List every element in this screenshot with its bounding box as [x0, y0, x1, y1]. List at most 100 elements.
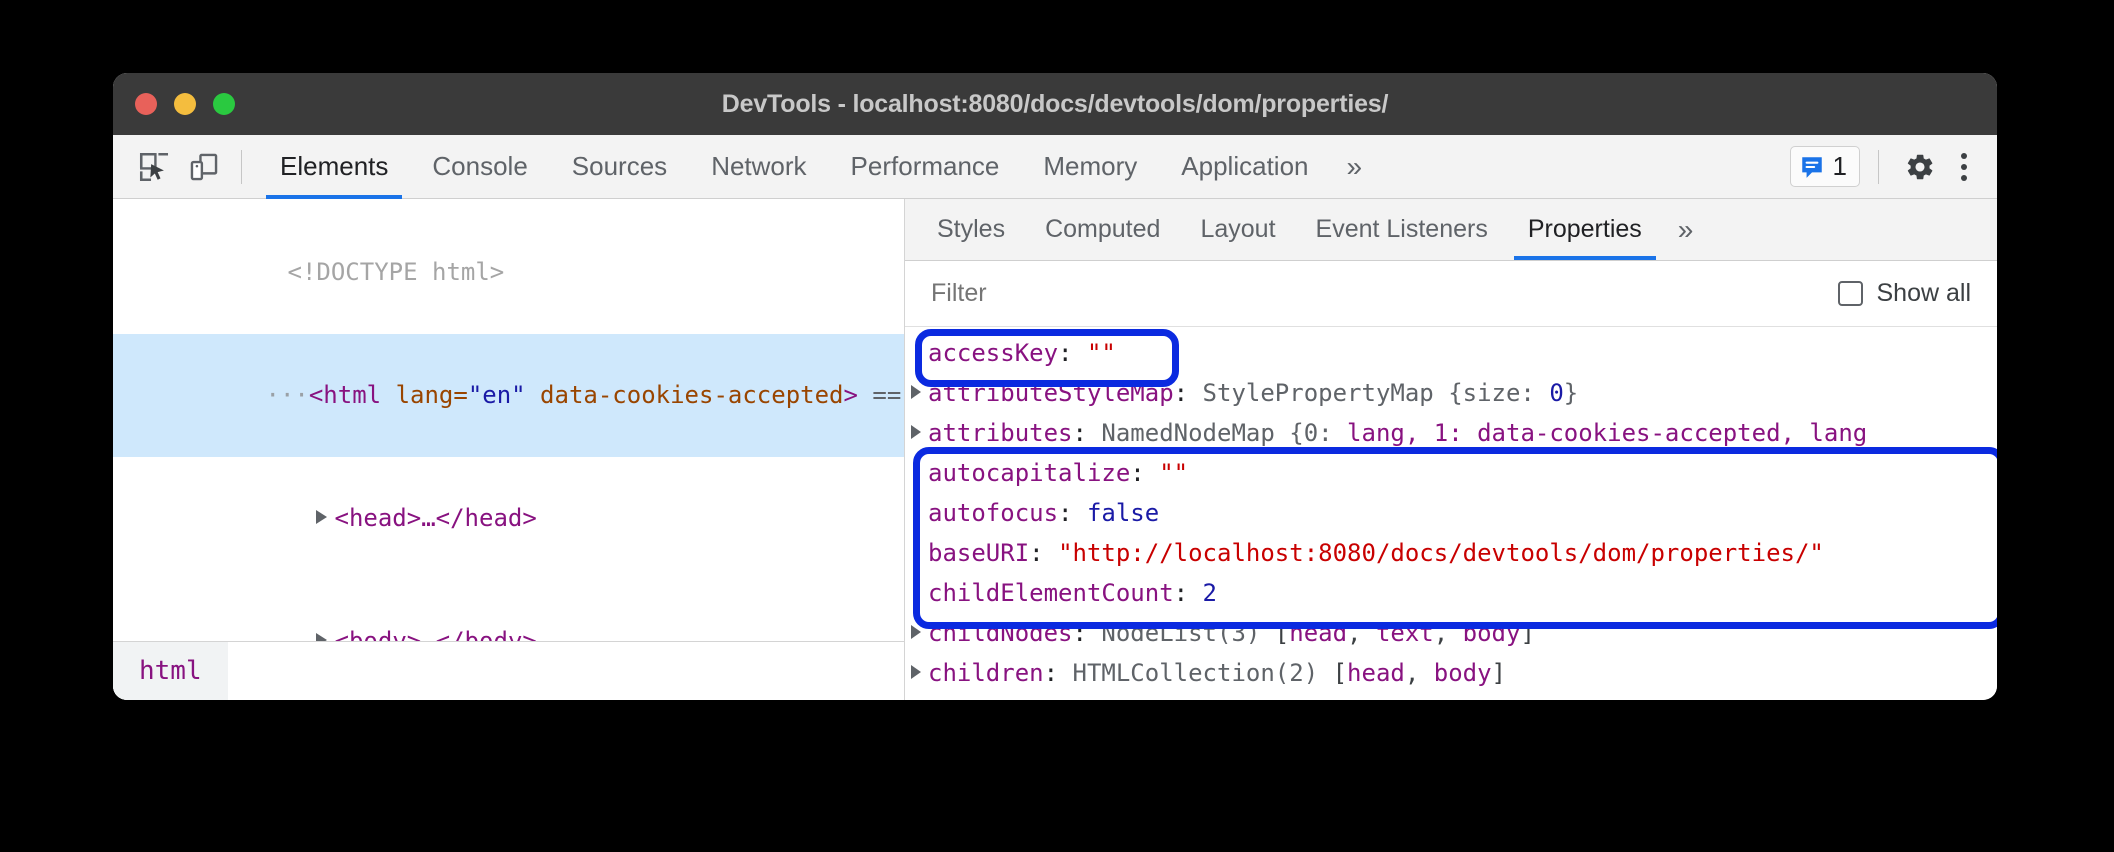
message-icon — [1799, 154, 1825, 180]
tab-elements[interactable]: Elements — [258, 135, 410, 199]
maximize-window-button[interactable] — [213, 93, 235, 115]
dom-ellipsis: ··· — [258, 381, 309, 409]
tab-memory[interactable]: Memory — [1021, 135, 1159, 199]
tab-performance-label: Performance — [851, 151, 1000, 182]
property-preview-number: 0 — [1549, 379, 1563, 407]
tab-sources-label: Sources — [572, 151, 667, 182]
expand-triangle-icon[interactable] — [911, 425, 921, 439]
show-all-label: Show all — [1877, 279, 1972, 308]
tab-console[interactable]: Console — [410, 135, 549, 199]
tab-network[interactable]: Network — [689, 135, 828, 199]
property-name: childElementCount — [928, 579, 1174, 607]
tab-memory-label: Memory — [1043, 151, 1137, 182]
property-row-attributes[interactable]: attributes: NamedNodeMap {0: lang, 1: da… — [905, 413, 1997, 453]
expand-triangle-placeholder-icon — [911, 585, 921, 599]
filter-input[interactable] — [931, 279, 1838, 308]
tab-properties[interactable]: Properties — [1508, 199, 1662, 260]
tab-layout-label: Layout — [1200, 215, 1275, 244]
property-list-sep: , — [1347, 619, 1376, 647]
tab-performance[interactable]: Performance — [829, 135, 1022, 199]
property-row-childNodes[interactable]: childNodes: NodeList(3) [head, text, bod… — [905, 613, 1997, 653]
kebab-menu-icon[interactable] — [1951, 153, 1981, 181]
expand-triangle-icon[interactable] — [316, 510, 327, 524]
expand-triangle-icon[interactable] — [911, 665, 921, 679]
tab-properties-label: Properties — [1528, 215, 1642, 244]
expand-triangle-placeholder-icon — [911, 465, 921, 479]
property-list-item: body — [1463, 619, 1521, 647]
tab-application[interactable]: Application — [1159, 135, 1330, 199]
show-all-control[interactable]: Show all — [1838, 279, 1972, 308]
sidebar-tab-list: Styles Computed Layout Event Listeners P… — [905, 199, 1997, 261]
tab-styles-label: Styles — [937, 215, 1005, 244]
dom-body-text: <body>…</body> — [335, 627, 537, 641]
property-name: attributeStyleMap — [928, 379, 1174, 407]
property-list-item: head — [1289, 619, 1347, 647]
more-tabs-chevron-icon[interactable]: » — [1331, 135, 1379, 199]
property-constructor: HTMLCollection(2) — [1073, 659, 1333, 687]
dom-line-head[interactable]: <head>…</head> — [113, 457, 904, 580]
toolbar-right-group: 1 — [1790, 144, 1997, 190]
devtools-main-toolbar: Elements Console Sources Network Perform… — [113, 135, 1997, 199]
message-count: 1 — [1833, 151, 1847, 182]
property-row-autofocus[interactable]: autofocus: false — [905, 493, 1997, 533]
property-bracket-close: ] — [1492, 659, 1506, 687]
properties-list[interactable]: accessKey: "" attributeStyleMap: StylePr… — [905, 327, 1997, 700]
property-name: children — [928, 659, 1044, 687]
property-row-attributeStyleMap[interactable]: attributeStyleMap: StylePropertyMap {siz… — [905, 373, 1997, 413]
tab-computed[interactable]: Computed — [1025, 199, 1180, 260]
properties-filter-bar: Show all — [905, 261, 1997, 327]
property-row-accessKey[interactable]: accessKey: "" — [905, 333, 1997, 373]
elements-panel: <!DOCTYPE html> ···<html lang="en" data-… — [113, 199, 905, 700]
property-list-item: text — [1376, 619, 1434, 647]
dom-attr-lang-value: "en" — [468, 381, 526, 409]
devtools-window: DevTools - localhost:8080/docs/devtools/… — [113, 73, 1997, 700]
tab-sources[interactable]: Sources — [550, 135, 689, 199]
close-window-button[interactable] — [135, 93, 157, 115]
property-constructor: NodeList(3) — [1101, 619, 1274, 647]
property-name: autofocus — [928, 499, 1058, 527]
show-all-checkbox[interactable] — [1838, 281, 1863, 306]
inspect-element-icon[interactable] — [131, 144, 177, 190]
traffic-light-group — [135, 73, 235, 135]
device-toolbar-icon[interactable] — [181, 144, 227, 190]
property-value: 2 — [1203, 579, 1217, 607]
expand-triangle-icon[interactable] — [911, 385, 921, 399]
dom-eq-sign: == — [872, 381, 901, 409]
dom-tree[interactable]: <!DOCTYPE html> ···<html lang="en" data-… — [113, 199, 904, 641]
property-bracket-open: [ — [1275, 619, 1289, 647]
property-value: false — [1087, 499, 1159, 527]
tab-event-listeners[interactable]: Event Listeners — [1296, 199, 1508, 260]
doctype-text: <!DOCTYPE html> — [288, 258, 505, 286]
minimize-window-button[interactable] — [174, 93, 196, 115]
tab-layout[interactable]: Layout — [1180, 199, 1295, 260]
dom-line-html-selected[interactable]: ···<html lang="en" data-cookies-accepted… — [113, 334, 904, 457]
tab-elements-label: Elements — [280, 151, 388, 182]
console-messages-button[interactable]: 1 — [1790, 146, 1860, 187]
property-row-baseURI[interactable]: baseURI: "http://localhost:8080/docs/dev… — [905, 533, 1997, 573]
property-list-sep: , — [1434, 619, 1463, 647]
property-list-sep: , — [1405, 659, 1434, 687]
breadcrumb: html — [113, 641, 904, 700]
breadcrumb-item-html[interactable]: html — [113, 642, 228, 700]
expand-triangle-icon[interactable] — [316, 633, 327, 641]
tab-styles[interactable]: Styles — [917, 199, 1025, 260]
property-row-children[interactable]: children: HTMLCollection(2) [head, body] — [905, 653, 1997, 693]
tab-computed-label: Computed — [1045, 215, 1160, 244]
property-constructor: StylePropertyMap — [1203, 379, 1449, 407]
property-bracket-close: ] — [1520, 619, 1534, 647]
property-value: "" — [1087, 339, 1116, 367]
gear-icon[interactable] — [1897, 144, 1943, 190]
dom-head-text: <head>…</head> — [335, 504, 537, 532]
dom-line-body[interactable]: <body>…</body> — [113, 580, 904, 641]
expand-triangle-icon[interactable] — [911, 625, 921, 639]
property-preview-open: {size: — [1448, 379, 1549, 407]
sidebar-more-tabs-chevron-icon[interactable]: » — [1662, 199, 1710, 260]
tab-network-label: Network — [711, 151, 806, 182]
property-row-autocapitalize[interactable]: autocapitalize: "" — [905, 453, 1997, 493]
devtools-body: <!DOCTYPE html> ···<html lang="en" data-… — [113, 199, 1997, 700]
elements-sidebar: Styles Computed Layout Event Listeners P… — [905, 199, 1997, 700]
property-value: "http://localhost:8080/docs/devtools/dom… — [1058, 539, 1824, 567]
property-row-childElementCount[interactable]: childElementCount: 2 — [905, 573, 1997, 613]
property-name: attributes — [928, 419, 1073, 447]
toolbar-divider-right — [1878, 150, 1879, 184]
